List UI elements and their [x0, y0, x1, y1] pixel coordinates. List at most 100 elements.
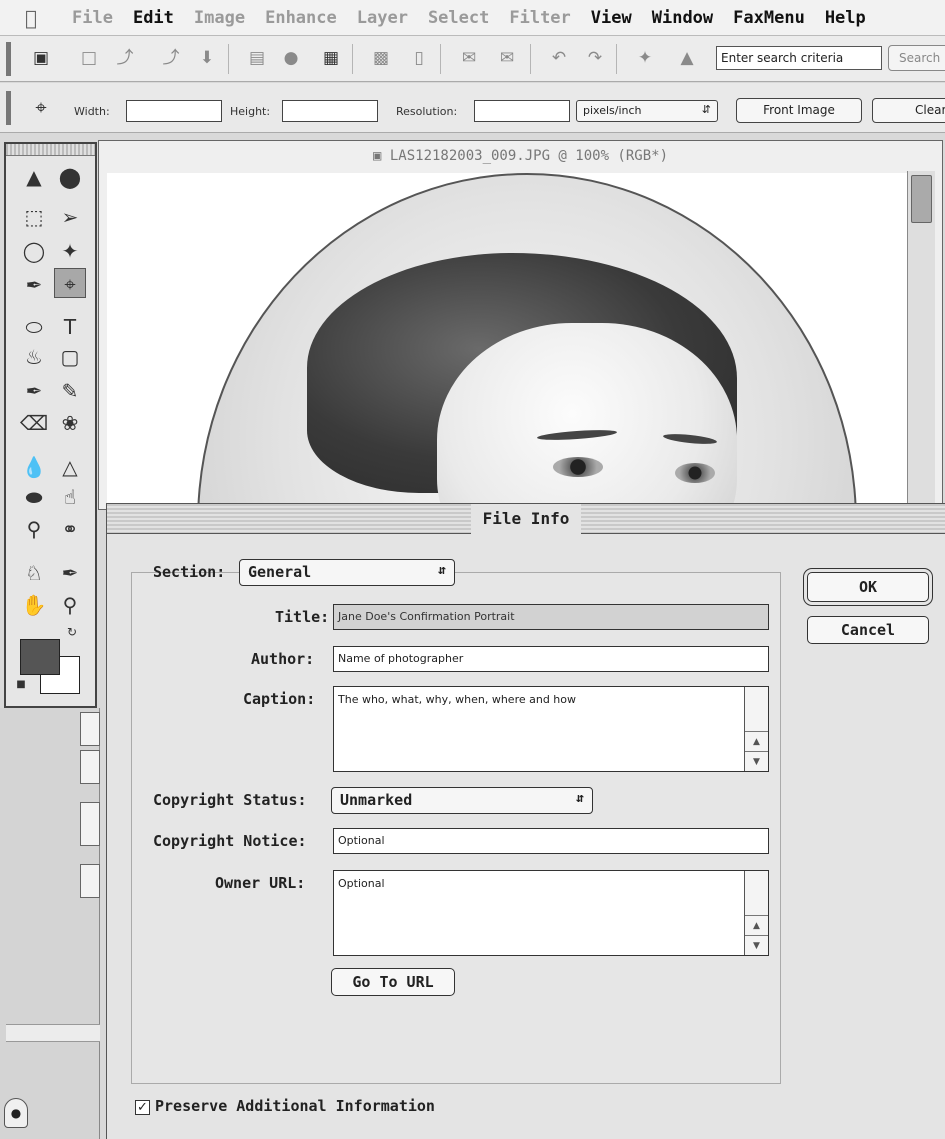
default-colors-icon[interactable]: ■ [14, 678, 28, 692]
apple-icon[interactable]:  [0, 6, 62, 30]
caption-label: Caption: [243, 690, 316, 708]
front-image-button[interactable]: Front Image [736, 98, 862, 123]
eraser-tool-icon[interactable]: ⌫ [18, 408, 50, 438]
lasso-tool-icon[interactable]: ◯ [18, 236, 50, 266]
shape-ellipse-icon[interactable]: ⬭ [18, 312, 50, 342]
copyright-status-popup[interactable]: Unmarked ⇵ [331, 787, 593, 814]
import-icon[interactable]: ⬇ [196, 46, 218, 70]
pencil-tool-icon[interactable]: ✎ [54, 376, 86, 406]
sharpen-tool-icon[interactable]: △ [54, 452, 86, 482]
attach-icon[interactable]: ✉ [496, 46, 518, 70]
palette-tab-icon[interactable] [80, 712, 100, 746]
swap-colors-icon[interactable]: ↻ [64, 624, 80, 640]
author-field[interactable]: Name of photographer [333, 646, 769, 672]
palette-tab-icon[interactable] [80, 864, 100, 898]
toolbar-grip[interactable] [6, 42, 11, 76]
online-services-icon[interactable]: ▯ [408, 46, 430, 70]
quick-fix-icon[interactable]: ✦ [634, 46, 656, 70]
scroll-down-icon[interactable]: ▼ [745, 935, 768, 955]
open-file-icon[interactable]: ⤴ [114, 46, 136, 70]
menu-window[interactable]: Window [642, 8, 723, 28]
scroll-down-icon[interactable]: ▼ [745, 751, 768, 771]
scrollbar-thumb[interactable] [911, 175, 932, 223]
help-icon[interactable]: ▲ [676, 46, 698, 70]
caption-textarea[interactable]: The who, what, why, when, where and how … [333, 686, 769, 772]
options-bar: ⌖ Width: Height: Resolution: pixels/inch… [0, 83, 945, 133]
units-select[interactable]: pixels/inch ⇵ [576, 100, 718, 122]
search-input[interactable]: Enter search criteria [716, 46, 882, 70]
menu-filter[interactable]: Filter [499, 8, 580, 28]
marquee-tool-icon[interactable]: ⬚ [18, 202, 50, 232]
toolbar-separator [616, 44, 617, 74]
preserve-checkbox[interactable]: ✓ [135, 1100, 150, 1115]
menu-help[interactable]: Help [815, 8, 876, 28]
email-icon[interactable]: ✉ [458, 46, 480, 70]
open-recent-icon[interactable]: ⤴ [160, 46, 182, 70]
hand-oval-icon[interactable]: ⬤ [54, 162, 86, 192]
impressionist-brush-icon[interactable]: ❀ [54, 408, 86, 438]
width-input[interactable] [126, 100, 222, 122]
clear-button[interactable]: Clear [872, 98, 945, 123]
document-scrollbar[interactable] [907, 171, 935, 511]
portrait-eye-left [553, 457, 603, 477]
move-tool-icon[interactable]: ➢ [54, 202, 86, 232]
menu-layer[interactable]: Layer [347, 8, 418, 28]
shape-tool-icon[interactable]: ▲ [18, 162, 50, 192]
crop-tool-icon[interactable]: ⌖ [54, 268, 86, 298]
new-from-scanner-icon[interactable]: ▣ [30, 46, 52, 70]
image-canvas[interactable] [107, 173, 907, 511]
zoom-tool-icon[interactable]: ⚲ [54, 590, 86, 620]
owner-url-scrollbar[interactable]: ▲ ▼ [744, 871, 768, 955]
brush-tool-icon[interactable]: ✒ [18, 376, 50, 406]
save-icon[interactable]: ▤ [246, 46, 268, 70]
owner-url-textarea[interactable]: Optional ▲ ▼ [333, 870, 769, 956]
title-field[interactable]: Jane Doe's Confirmation Portrait [333, 604, 769, 630]
dialog-titlebar[interactable]: File Info [107, 504, 945, 534]
height-input[interactable] [282, 100, 378, 122]
section-popup[interactable]: General ⇵ [239, 559, 455, 586]
type-tool-icon[interactable]: T [54, 312, 86, 342]
magic-wand-icon[interactable]: ✦ [54, 236, 86, 266]
menu-view[interactable]: View [581, 8, 642, 28]
scroll-up-icon[interactable]: ▲ [745, 915, 768, 935]
palette-tab-icon[interactable] [80, 802, 100, 846]
go-to-url-button[interactable]: Go To URL [331, 968, 455, 996]
clone-stamp-icon[interactable]: ♘ [18, 558, 50, 588]
search-button[interactable]: Search [888, 45, 945, 71]
blur-tool-icon[interactable]: 💧 [18, 452, 50, 482]
burn-tool-icon[interactable]: ⚭ [54, 514, 86, 544]
eyedropper-icon[interactable]: ✒ [54, 558, 86, 588]
menu-select[interactable]: Select [418, 8, 499, 28]
menu-bar:  File Edit Image Enhance Layer Select F… [0, 0, 945, 36]
palette-strip [0, 708, 100, 1139]
paint-bucket-icon[interactable]: ♨ [18, 342, 50, 372]
scroll-up-icon[interactable]: ▲ [745, 731, 768, 751]
ok-button[interactable]: OK [807, 572, 929, 602]
step-forward-icon[interactable]: ↷ [584, 46, 606, 70]
document-title[interactable]: ▣ LAS12182003_009.JPG @ 100% (RGB*) [99, 141, 942, 171]
new-file-icon[interactable]: □ [78, 46, 100, 70]
cancel-button[interactable]: Cancel [807, 616, 929, 644]
copyright-notice-field[interactable]: Optional [333, 828, 769, 854]
gradient-tool-icon[interactable]: ▢ [54, 342, 86, 372]
menu-file[interactable]: File [62, 8, 123, 28]
sponge-tool-icon[interactable]: ⬬ [18, 482, 50, 512]
menu-enhance[interactable]: Enhance [255, 8, 347, 28]
palette-tab-icon[interactable] [80, 750, 100, 784]
menu-image[interactable]: Image [184, 8, 255, 28]
caption-scrollbar[interactable]: ▲ ▼ [744, 687, 768, 771]
selection-brush-icon[interactable]: ✒ [18, 270, 50, 300]
dodge-tool-icon[interactable]: ⚲ [18, 514, 50, 544]
foreground-color-swatch[interactable] [20, 639, 60, 675]
menu-edit[interactable]: Edit [123, 8, 184, 28]
print-icon[interactable]: ▩ [370, 46, 392, 70]
smudge-tool-icon[interactable]: ☝ [54, 482, 86, 512]
hand-tool-icon[interactable]: ✋ [18, 590, 50, 620]
save-for-web-icon[interactable]: ● [280, 46, 302, 70]
print-preview-icon[interactable]: ▦ [320, 46, 342, 70]
toolbox-titlebar[interactable] [6, 144, 95, 156]
menu-faxmenu[interactable]: FaxMenu [723, 8, 815, 28]
step-backward-icon[interactable]: ↶ [548, 46, 570, 70]
options-grip[interactable] [6, 91, 11, 125]
resolution-input[interactable] [474, 100, 570, 122]
